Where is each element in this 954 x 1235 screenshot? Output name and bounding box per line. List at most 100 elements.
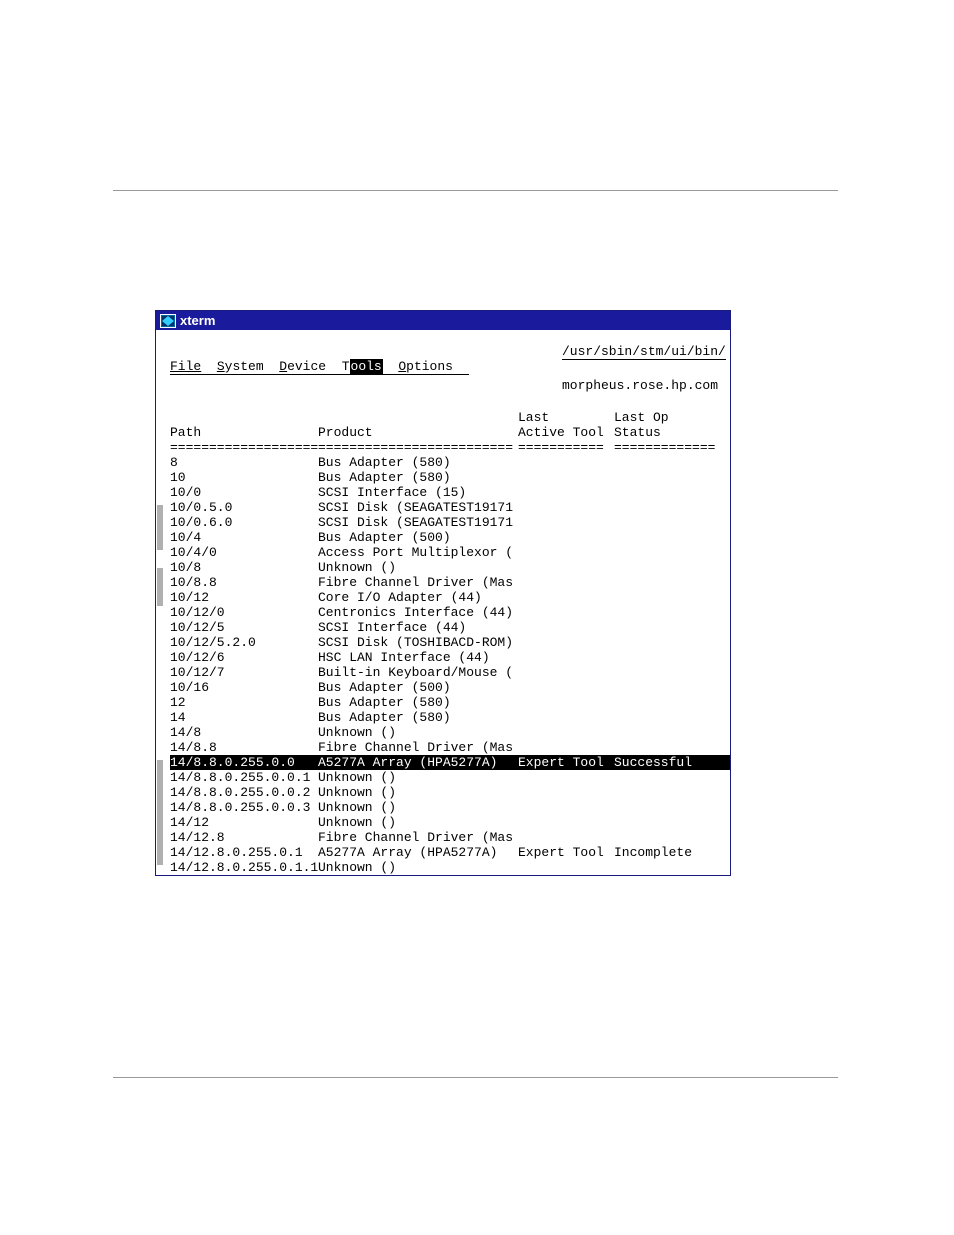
cell-path: 10/4/0 [170,545,318,560]
cell-path: 14/8 [170,725,318,740]
scroll-thumb[interactable] [157,505,163,550]
cell-path: 10/0 [170,485,318,500]
scrollbar[interactable] [156,380,164,875]
table-row[interactable]: 10/4/0Access Port Multiplexor ( [170,545,730,560]
table-row[interactable]: 14/12Unknown () [170,815,730,830]
cell-tool [518,470,614,485]
cell-tool [518,455,614,470]
cell-status: Incomplete [614,845,692,860]
cell-path: 10 [170,470,318,485]
table-row[interactable]: 14/12.8Fibre Channel Driver (Mas [170,830,730,845]
cell-path: 10/0.6.0 [170,515,318,530]
cell-product: SCSI Disk (TOSHIBACD-ROM) [318,635,518,650]
table-row[interactable]: 10/0.6.0SCSI Disk (SEAGATEST19171 [170,515,730,530]
table-row[interactable]: 12Bus Adapter (580) [170,695,730,710]
table-row[interactable]: 10/12/5.2.0SCSI Disk (TOSHIBACD-ROM) [170,635,730,650]
cell-product: Access Port Multiplexor ( [318,545,518,560]
table-row[interactable]: 14/8.8.0.255.0.0A5277A Array (HPA5277A)E… [170,755,730,770]
cell-path: 14/12 [170,815,318,830]
hostname: morpheus.rose.hp.com [562,378,726,393]
cell-product: Unknown () [318,770,518,785]
menu-device[interactable]: Device [279,359,326,374]
cell-status: Successful [614,755,692,770]
table-row[interactable]: 10/12/5SCSI Interface (44) [170,620,730,635]
cell-tool [518,725,614,740]
cell-tool [518,710,614,725]
cell-path: 10/12/6 [170,650,318,665]
cell-product: SCSI Disk (SEAGATEST19171 [318,500,518,515]
cell-path: 10/8 [170,560,318,575]
cell-path: 10/4 [170,530,318,545]
cell-tool [518,800,614,815]
table-row[interactable]: 14/8.8Fibre Channel Driver (Mas [170,740,730,755]
table-row[interactable]: 10/16Bus Adapter (500) [170,680,730,695]
cell-product: HSC LAN Interface (44) [318,650,518,665]
scroll-thumb[interactable] [157,568,163,606]
cell-path: 14/8.8.0.255.0.0 [170,755,318,770]
cell-product: Unknown () [318,815,518,830]
cell-product: Core I/O Adapter (44) [318,590,518,605]
table-row[interactable]: 14/8.8.0.255.0.0.1Unknown () [170,770,730,785]
table-row[interactable]: 10/0SCSI Interface (15) [170,485,730,500]
device-list: 8Bus Adapter (580)10Bus Adapter (580)10/… [170,455,730,875]
menu-tools[interactable]: Tools [342,359,383,374]
table-row[interactable]: 14/8Unknown () [170,725,730,740]
cell-product: SCSI Disk (SEAGATEST19171 [318,515,518,530]
cell-path: 14/8.8.0.255.0.0.1 [170,770,318,785]
table-row[interactable]: 10/12/6HSC LAN Interface (44) [170,650,730,665]
table-row[interactable]: 10/8.8Fibre Channel Driver (Mas [170,575,730,590]
table-row[interactable]: 14Bus Adapter (580) [170,710,730,725]
cell-tool [518,485,614,500]
titlebar[interactable]: xterm [156,311,730,330]
menu-system[interactable]: System [217,359,264,374]
window-title: xterm [180,313,215,328]
cell-path: 14/12.8 [170,830,318,845]
table-row[interactable]: 14/8.8.0.255.0.0.2Unknown () [170,785,730,800]
cell-path: 10/12/7 [170,665,318,680]
cell-path: 14 [170,710,318,725]
cell-tool [518,830,614,845]
table-row[interactable]: 10/4Bus Adapter (500) [170,530,730,545]
table-row[interactable]: 8Bus Adapter (580) [170,455,730,470]
cell-path: 14/8.8.0.255.0.0.2 [170,785,318,800]
cell-tool: Expert Tool [518,755,614,770]
cell-product: Bus Adapter (580) [318,455,518,470]
cell-product: Bus Adapter (500) [318,530,518,545]
xterm-window: xterm /usr/sbin/stm/ui/bin/s morpheus.ro… [155,310,731,876]
cell-product: Unknown () [318,785,518,800]
cell-product: Bus Adapter (580) [318,695,518,710]
cell-product: Bus Adapter (580) [318,710,518,725]
cell-tool [518,530,614,545]
table-row[interactable]: 14/12.8.0.255.0.1A5277A Array (HPA5277A)… [170,845,730,860]
table-row[interactable]: 10Bus Adapter (580) [170,470,730,485]
process-path: /usr/sbin/stm/ui/bin/s [562,344,726,360]
cell-tool [518,605,614,620]
cell-product: A5277A Array (HPA5277A) [318,845,518,860]
cell-tool [518,635,614,650]
table-row[interactable]: 10/8Unknown () [170,560,730,575]
cell-path: 8 [170,455,318,470]
table-row[interactable]: 10/0.5.0SCSI Disk (SEAGATEST19171 [170,500,730,515]
table-row[interactable]: 10/12Core I/O Adapter (44) [170,590,730,605]
scroll-thumb[interactable] [157,760,163,865]
xterm-icon [160,314,176,328]
cell-product: Unknown () [318,800,518,815]
cell-path: 14/12.8.0.255.0.1 [170,845,318,860]
cell-path: 14/8.8 [170,740,318,755]
cell-path: 14/8.8.0.255.0.0.3 [170,800,318,815]
menu-options[interactable]: Options [398,359,453,374]
cell-product: SCSI Interface (15) [318,485,518,500]
table-row[interactable]: 10/12/7Built-in Keyboard/Mouse ( [170,665,730,680]
menu-file[interactable]: File [170,359,201,374]
cell-path: 10/12/5 [170,620,318,635]
cell-product: Unknown () [318,725,518,740]
horizontal-rule [113,190,838,191]
table-row[interactable]: 14/8.8.0.255.0.0.3Unknown () [170,800,730,815]
cell-tool [518,545,614,560]
table-row[interactable]: 14/12.8.0.255.0.1.1Unknown () [170,860,730,875]
terminal-area[interactable]: /usr/sbin/stm/ui/bin/s morpheus.rose.hp.… [156,330,730,875]
cell-tool [518,515,614,530]
table-row[interactable]: 10/12/0Centronics Interface (44) [170,605,730,620]
cell-path: 10/12/5.2.0 [170,635,318,650]
cell-path: 12 [170,695,318,710]
